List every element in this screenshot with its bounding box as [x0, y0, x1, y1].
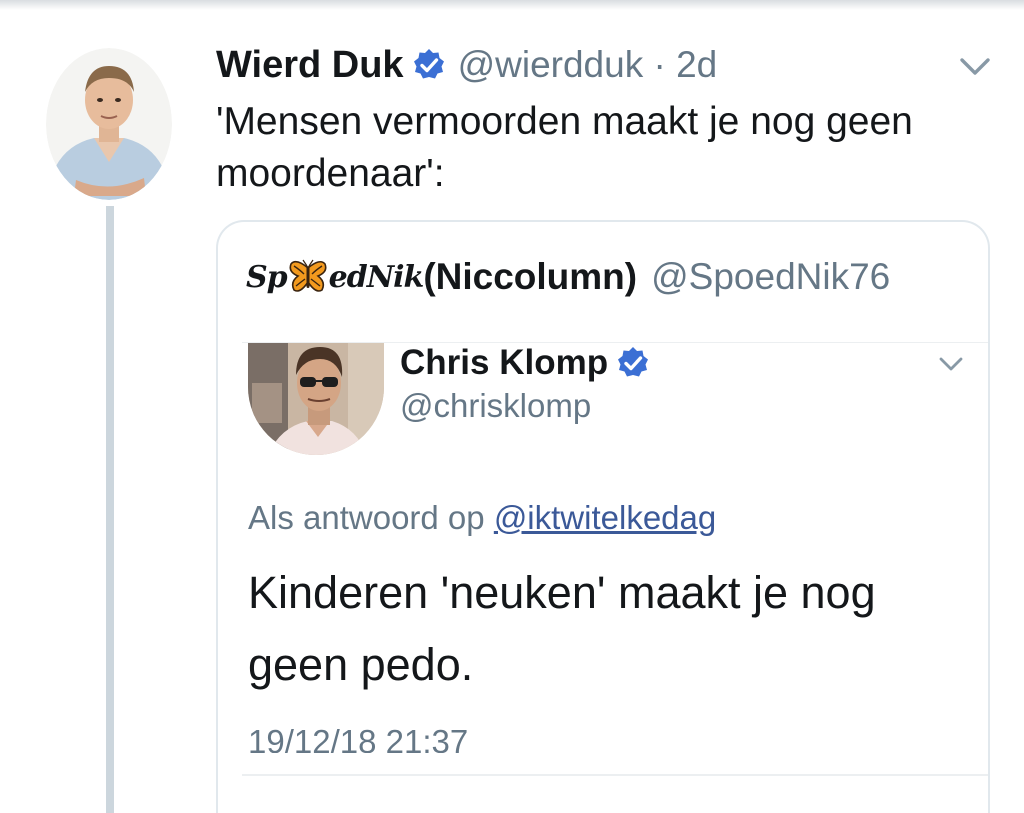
reply-label: Als antwoord op [248, 499, 485, 536]
tweet-header: Wierd Duk @wierdduk · 2d [216, 40, 717, 90]
quoted-tweet-header: Sp edNik (Niccolumn) @SpoedNik76 [246, 250, 890, 304]
verified-badge-icon [616, 346, 650, 380]
avatar-chris-klomp-image [248, 343, 384, 455]
avatar[interactable] [46, 48, 172, 200]
quoted-handle[interactable]: @SpoedNik76 [651, 256, 890, 298]
quoted-display-name-script-left: Sp [246, 259, 288, 295]
reply-context: Als antwoord op @iktwitelkedag [248, 499, 716, 537]
chevron-down-icon [938, 355, 964, 373]
embedded-author-row: Chris Klomp [400, 343, 650, 383]
tweet-thread-screen: Wierd Duk @wierdduk · 2d 'Mensen vermoor… [0, 0, 1024, 813]
embedded-tweet-text: Kinderen 'neuken' maakt je nog geen pedo… [248, 567, 876, 690]
reply-handle-link: @iktwitelkedag [493, 499, 717, 536]
embedded-author-handle: @chrisklomp [400, 387, 592, 424]
avatar [248, 343, 384, 455]
tweet-text: 'Mensen vermoorden maakt je nog geen moo… [216, 100, 913, 195]
verified-badge-icon [412, 48, 446, 82]
avatar-wierd-duk-image [46, 48, 172, 200]
chevron-down-icon[interactable] [958, 54, 992, 80]
thread-connector-line [106, 206, 114, 813]
quoted-display-name[interactable]: (Niccolumn) [423, 256, 637, 298]
author-handle[interactable]: @wierdduk · 2d [458, 44, 718, 86]
embedded-screenshot-bottom-edge [242, 774, 988, 776]
quoted-display-name-script-right: edNik [328, 259, 425, 295]
butterfly-icon [288, 258, 328, 296]
author-name[interactable]: Wierd Duk [216, 44, 404, 87]
top-divider [0, 0, 1024, 10]
embedded-tweet-screenshot[interactable]: Chris Klomp @chrisklomp Als antwoord op … [242, 342, 988, 753]
embedded-author-name: Chris Klomp [400, 343, 609, 382]
tweet-time: 2d [676, 44, 718, 85]
meta-separator: · [653, 44, 666, 85]
quoted-tweet-card[interactable]: Sp edNik (Niccolumn) @SpoedNik76 Chris K… [216, 220, 990, 813]
embedded-tweet-timestamp: 19/12/18 21:37 [248, 723, 469, 753]
